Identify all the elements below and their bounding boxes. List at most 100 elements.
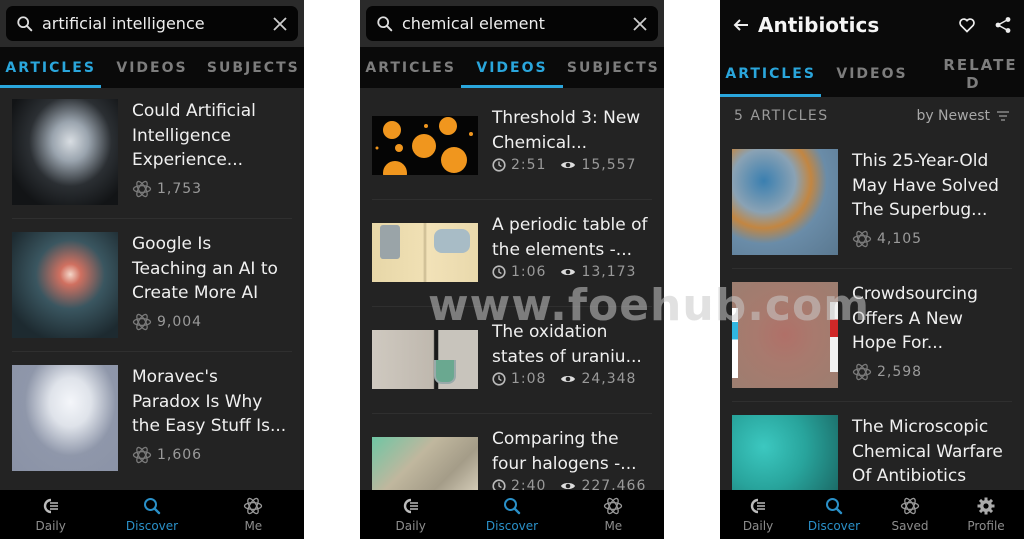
tab-bar: ARTICLES VIDEOS SUBJECTS <box>360 47 664 88</box>
divider <box>372 199 652 200</box>
search-input[interactable]: artificial intelligence <box>6 6 298 41</box>
thumbnail-robot-head-down <box>12 99 118 205</box>
search-icon <box>503 498 521 515</box>
video-title: A periodic table of the elements -... <box>492 215 648 260</box>
bottom-nav: Daily Discover Me <box>360 490 664 539</box>
article-title: Google Is Teaching an AI to Create More AI <box>132 234 278 303</box>
article-count: 5 ARTICLES <box>734 108 829 124</box>
nav-me[interactable]: Me <box>203 490 304 539</box>
reactions-count: 1,606 <box>157 446 203 463</box>
page-title: Antibiotics <box>758 13 880 37</box>
clock-icon <box>492 158 506 172</box>
tab-videos[interactable]: VIDEOS <box>821 50 922 97</box>
divider <box>732 401 1012 402</box>
list-item[interactable]: Moravec's Paradox Is Why the Easy Stuff Is… <box>0 365 304 471</box>
nav-daily[interactable]: Daily <box>0 490 101 539</box>
nav-discover[interactable]: Discover <box>461 490 562 539</box>
nav-daily[interactable]: Daily <box>360 490 461 539</box>
eye-icon <box>561 162 576 168</box>
thumbnail-pills-face <box>732 282 838 388</box>
divider <box>12 351 292 352</box>
close-icon[interactable] <box>632 16 648 32</box>
list-item[interactable]: Threshold 3: New Chemical... 2:51 15,557 <box>360 106 664 186</box>
article-title: The Microscopic Chemical Warfare Of Antibi… <box>852 417 1003 486</box>
nav-saved[interactable]: Saved <box>872 490 948 539</box>
video-views: 13,173 <box>581 264 637 280</box>
tab-subjects[interactable]: SUBJECTS <box>563 47 664 88</box>
daily-icon <box>403 498 418 514</box>
sort-icon[interactable] <box>996 110 1010 122</box>
list-subbar: 5 ARTICLES by Newest <box>720 97 1024 135</box>
list-item[interactable]: This 25-Year-Old May Have Solved The Super… <box>720 149 1024 255</box>
search-header: chemical element <box>360 0 664 47</box>
sort-dropdown[interactable]: by Newest <box>916 108 990 124</box>
search-icon <box>826 498 843 515</box>
search-icon <box>17 15 33 31</box>
list-item[interactable]: Could Artificial Intelligence Experience..… <box>0 99 304 205</box>
thumbnail-gloved-hands <box>372 437 478 496</box>
tab-articles[interactable]: ARTICLES <box>720 50 822 97</box>
list-item[interactable]: A periodic table of the elements -... 1:0… <box>360 213 664 293</box>
daily-icon <box>43 498 58 514</box>
search-query[interactable]: chemical element <box>402 14 632 33</box>
divider <box>732 268 1012 269</box>
nav-discover[interactable]: Discover <box>101 490 202 539</box>
reactions-count: 2,598 <box>877 363 923 380</box>
article-title: Could Artificial Intelligence Experience..… <box>132 101 256 170</box>
nav-me[interactable]: Me <box>563 490 664 539</box>
atom-icon <box>900 497 920 515</box>
tab-articles[interactable]: ARTICLES <box>360 47 461 88</box>
tab-subjects[interactable]: SUBJECTS <box>203 47 304 88</box>
list-item[interactable]: Crowdsourcing Offers A New Hope For... 2,5… <box>720 282 1024 388</box>
bottom-nav: Daily Discover Saved Profile <box>720 490 1024 539</box>
video-duration: 2:51 <box>511 157 547 173</box>
article-title: Moravec's Paradox Is Why the Easy Stuff Is… <box>132 367 287 436</box>
divider <box>372 413 652 414</box>
screen-search-videos: chemical element ARTICLES VIDEOS SUBJECT… <box>360 0 664 539</box>
thumbnail-orange-circles <box>372 116 478 175</box>
atom-icon <box>244 497 263 515</box>
thumbnail-neural-network <box>12 232 118 338</box>
heart-icon[interactable] <box>958 16 976 34</box>
atom-icon <box>852 230 872 247</box>
tab-related[interactable]: RELATE D <box>923 50 1024 97</box>
nav-discover[interactable]: Discover <box>796 490 872 539</box>
article-list: Could Artificial Intelligence Experience..… <box>0 99 304 471</box>
tab-articles[interactable]: ARTICLES <box>0 47 102 88</box>
search-query[interactable]: artificial intelligence <box>42 14 272 33</box>
atom-icon <box>852 363 872 380</box>
eye-icon <box>561 376 576 382</box>
nav-daily[interactable]: Daily <box>720 490 796 539</box>
nav-profile[interactable]: Profile <box>948 490 1024 539</box>
video-views: 15,557 <box>581 157 637 173</box>
search-header: artificial intelligence <box>0 0 304 47</box>
video-views: 24,348 <box>581 371 637 387</box>
article-list: This 25-Year-Old May Have Solved The Super… <box>720 149 1024 521</box>
atom-icon <box>132 313 152 330</box>
screen-topic-antibiotics: Antibiotics ARTICLES VIDEOS RELATE D 5 A… <box>720 0 1024 539</box>
search-input[interactable]: chemical element <box>366 6 658 41</box>
reactions-count: 9,004 <box>157 313 203 330</box>
tab-bar: ARTICLES VIDEOS SUBJECTS <box>0 47 304 88</box>
share-icon[interactable] <box>994 16 1012 34</box>
search-icon <box>143 498 161 515</box>
list-item[interactable]: The oxidation states of uraniu... 1:08 24… <box>360 320 664 400</box>
video-duration: 1:08 <box>511 371 547 387</box>
article-title: Crowdsourcing Offers A New Hope For... <box>852 284 978 353</box>
video-title: The oxidation states of uraniu... <box>492 322 642 367</box>
clock-icon <box>492 265 506 279</box>
list-item[interactable]: Google Is Teaching an AI to Create More AI… <box>0 232 304 338</box>
thumbnail-element-samples <box>372 223 478 282</box>
divider <box>372 306 652 307</box>
close-icon[interactable] <box>272 16 288 32</box>
article-title: This 25-Year-Old May Have Solved The Super… <box>852 151 999 220</box>
tab-videos[interactable]: VIDEOS <box>101 47 202 88</box>
topic-header: Antibiotics <box>720 0 1024 50</box>
arrow-left-icon[interactable] <box>732 16 750 34</box>
tab-videos[interactable]: VIDEOS <box>461 47 563 88</box>
thumbnail-robot-thinking <box>12 365 118 471</box>
video-list: Threshold 3: New Chemical... 2:51 15,557 … <box>360 106 664 507</box>
reactions-count: 1,753 <box>157 180 203 197</box>
thumbnail-lab-glassware <box>372 330 478 389</box>
atom-icon <box>132 446 152 463</box>
